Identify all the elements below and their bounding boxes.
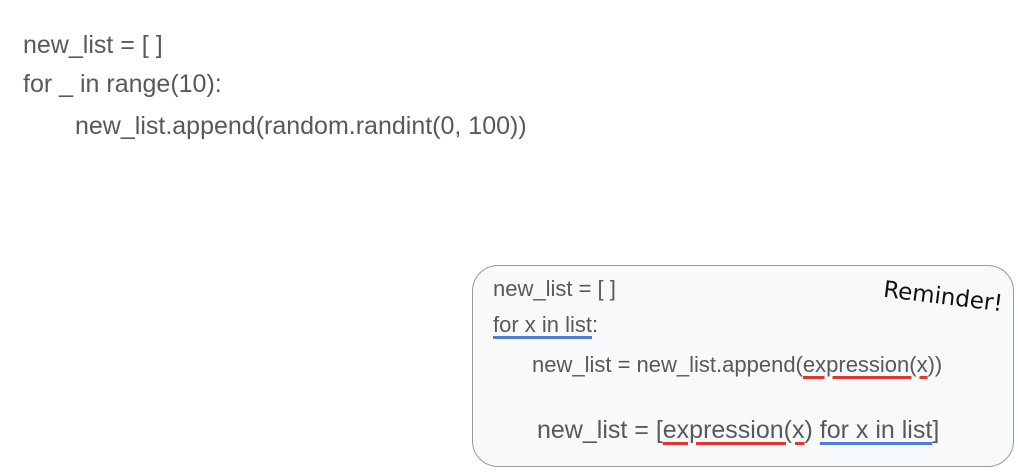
bracket-close: ]	[932, 416, 940, 444]
code-line-1: new_list = [ ]	[23, 31, 163, 59]
reminder-line-3: new_list = new_list.append(expression(x)…	[532, 352, 942, 378]
bracket-open: [	[655, 416, 663, 444]
append-suffix: ))	[927, 352, 943, 377]
code-line-2: for _ in range(10):	[23, 70, 222, 98]
reminder-line-2: for x in list:	[493, 312, 598, 338]
comprehension-prefix: new_list =	[537, 416, 656, 444]
reminder-line-4: new_list = [expression(x) for x in list]	[537, 415, 939, 445]
comprehension-middle: )	[804, 416, 820, 444]
for-loop-underlined: for x in list	[493, 312, 593, 337]
reminder-box: Reminder! new_list = [ ] for x in list: …	[472, 265, 1014, 467]
comprehension-expression-underlined: expression(x	[662, 416, 805, 444]
code-line-3: new_list.append(random.randint(0, 100))	[75, 112, 527, 140]
expression-underlined: expression(x	[802, 352, 928, 377]
reminder-line-1: new_list = [ ]	[493, 276, 616, 301]
append-prefix: new_list = new_list.append(	[532, 352, 803, 377]
comprehension-for-underlined: for x in list	[819, 416, 933, 444]
colon: :	[592, 312, 599, 337]
reminder-label: Reminder!	[881, 276, 1005, 318]
